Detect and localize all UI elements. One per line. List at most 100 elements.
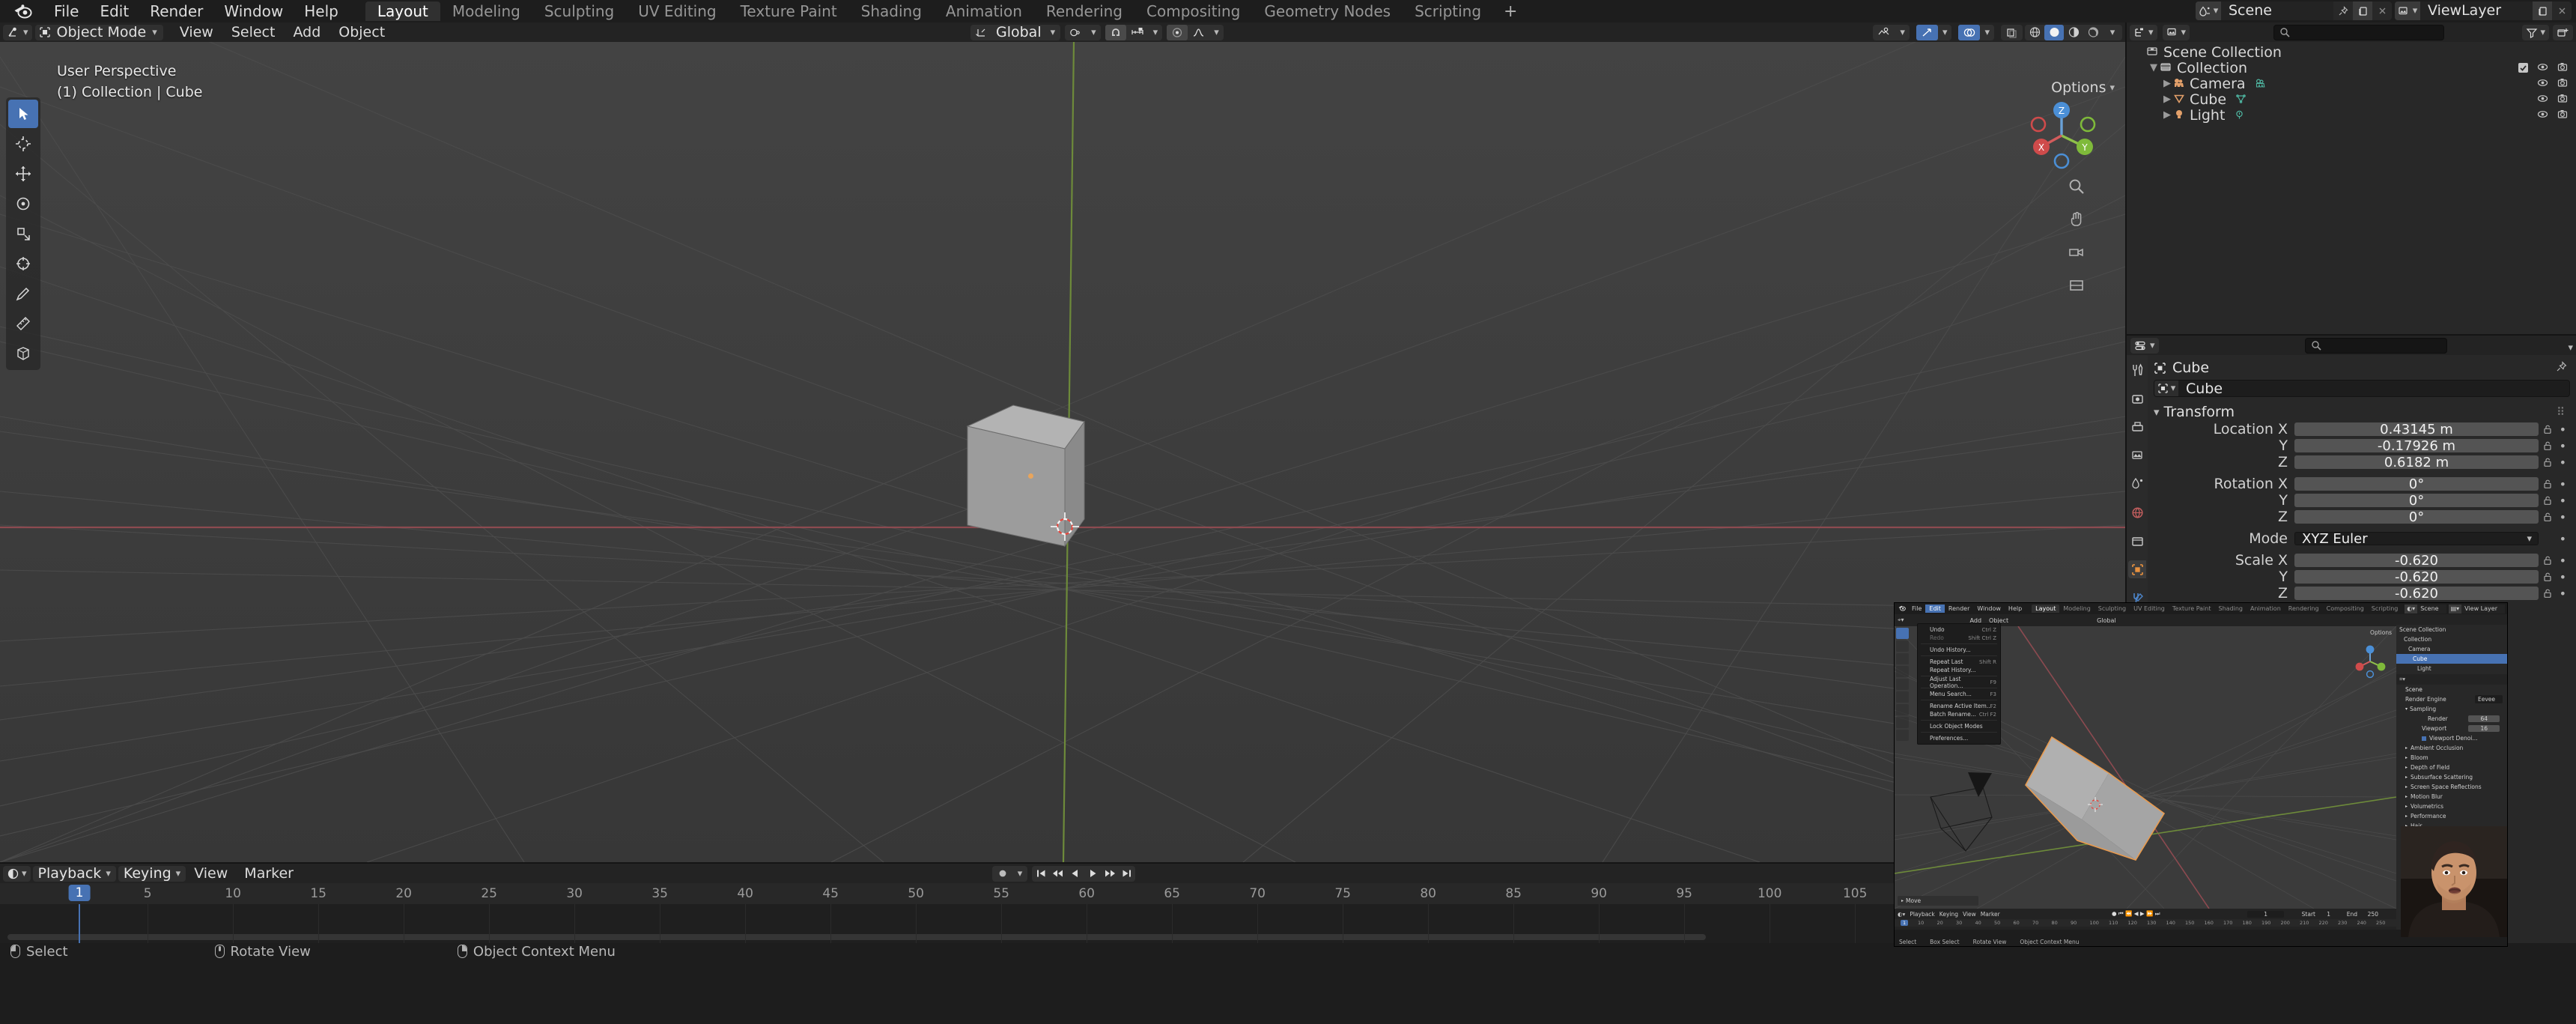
inset-workspace-tab-texture-paint[interactable]: Texture Paint [2169,605,2215,613]
viewport-menu-object[interactable]: Object [329,22,394,42]
expand-arrow-icon[interactable]: ▶ [2161,78,2173,89]
proportional-editing-icon[interactable] [1167,24,1188,40]
inset-menu-render[interactable]: Render [1945,605,1973,613]
outliner-tree[interactable]: Scene Collection ▼ Collection ▶ Camera ▶ Cube ▶… [2127,42,2576,334]
outliner-row-collection[interactable]: ▼ Collection [2127,60,2576,76]
inset-edit-menu-item-menu-search[interactable]: Menu Search... F3 [1918,690,2000,698]
inset-sampling-render-row[interactable]: Render 64 [2396,714,2507,724]
outliner-row-scene-collection[interactable]: Scene Collection [2127,44,2576,61]
inset-options-label[interactable]: Options [2370,629,2392,636]
scene-close-icon[interactable] [2372,1,2392,20]
rotate-tool-icon[interactable] [8,190,38,218]
expand-arrow-icon[interactable]: ▶ [2161,94,2173,105]
property-value-field[interactable]: 0.6182 m [2294,455,2539,470]
inset-outliner[interactable]: Scene Collection Collection Camera Cube Ligh… [2396,614,2507,674]
zoom-icon[interactable] [2065,175,2088,198]
pin-icon[interactable] [2556,360,2567,376]
inset-menu-edit[interactable]: Edit [1925,605,1945,613]
inset-workspace-tab-animation[interactable]: Animation [2247,605,2285,613]
inset-outliner-row-scene-collection[interactable]: Scene Collection [2396,625,2507,634]
inset-view-layer-selector[interactable]: ▤▾ View Layer [2448,604,2505,614]
inset-cursor-tool-icon[interactable] [1896,640,1909,652]
property-value-field[interactable]: XYZ Euler ▾ [2294,531,2539,547]
gizmo-controls[interactable]: ▾ [1916,24,1952,40]
3d-viewport[interactable]: User Perspective (1) Collection | Cube O… [0,42,2125,862]
property-value-field[interactable]: -0.620 [2294,569,2539,585]
inset-workspace-tab-sculpting[interactable]: Sculpting [2094,605,2130,613]
auto-keying-icon[interactable] [992,866,1012,882]
inset-menu-help[interactable]: Help [2005,605,2026,613]
view-layer-name[interactable]: ViewLayer [2420,1,2533,20]
inset-workspace-tab-rendering[interactable]: Rendering [2285,605,2323,613]
timeline-menu-marker[interactable]: Marker [236,864,302,883]
playhead[interactable] [79,904,80,943]
snap-controls[interactable]: ▾ [1105,24,1163,40]
outliner-row-light[interactable]: ▶ Light [2127,107,2576,124]
inset-sampling-viewport-value[interactable]: 16 [2468,725,2500,732]
outliner-row-cube[interactable]: ▶ Cube [2127,91,2576,108]
inset-tl-start-value[interactable]: 1 [2327,911,2330,918]
viewport-options-dropdown[interactable]: Options ▾ [2051,79,2115,96]
property-value-field[interactable]: -0.17926 m [2294,438,2539,454]
blender-logo-icon[interactable] [9,2,37,20]
camera-view-icon[interactable] [2065,241,2088,264]
render-visibility-camera-icon[interactable] [2557,76,2569,92]
inset-workspace-tab-scripting[interactable]: Scripting [2368,605,2402,613]
tutorial-video-inset[interactable]: File Edit Render Window Help Layout Modeling S… [1895,603,2507,946]
scene-name[interactable]: Scene [2221,1,2333,20]
menu-file[interactable]: File [43,0,89,22]
inset-edit-menu-item-preferences[interactable]: Preferences... [1918,734,2000,742]
properties-options-chevron-icon[interactable]: ▾ [2568,336,2573,354]
inset-edit-menu-item-batch-rename[interactable]: Batch Rename... Ctrl F2 [1918,710,2000,718]
inset-add-cube-tool-icon[interactable] [1896,730,1909,741]
outliner-row-camera[interactable]: ▶ Camera [2127,76,2576,92]
toggle-ortho-icon[interactable] [2065,274,2088,297]
next-keyframe-icon[interactable] [1101,866,1118,882]
move-tool-icon[interactable] [8,160,38,188]
keying-dropdown[interactable]: Keying ▾ [118,865,186,882]
property-value-field[interactable]: -0.620 [2294,553,2539,569]
menu-render[interactable]: Render [139,0,213,22]
inset-move-tool-icon[interactable] [1896,653,1909,664]
animate-property-dot[interactable]: • [2560,455,2566,470]
view-layer-icon[interactable]: ▾ [2395,1,2420,20]
property-value-field[interactable]: 0° [2294,476,2539,492]
inset-render-engine-value[interactable]: Eevee [2474,695,2503,703]
view-layer-selector[interactable]: ▾ ViewLayer [2395,1,2572,20]
visibility-selector[interactable]: ▾ [1873,24,1910,40]
object-name-value[interactable]: Cube [2178,381,2223,397]
play-icon[interactable] [1084,866,1101,882]
inset-edit-menu-item-adjust-last-operation[interactable]: Adjust Last Operation... F9 [1918,676,2000,689]
outliner-search-input[interactable] [2273,24,2444,40]
inset-tl-end-value[interactable]: 250 [2368,911,2378,918]
workspace-tab-rendering[interactable]: Rendering [1034,1,1134,21]
inset-tweak-tool-icon[interactable] [1896,628,1909,639]
shading-options-chevron-icon[interactable]: ▾ [2103,25,2122,40]
playhead-frame-badge[interactable]: 1 [68,885,91,901]
viewport-menu-add[interactable]: Add [284,22,329,42]
property-value-field[interactable]: 0° [2294,493,2539,509]
annotate-tool-icon[interactable] [8,279,38,308]
properties-editor-type-icon[interactable]: ▾ [2130,337,2159,354]
shading-material-preview-icon[interactable] [2064,25,2083,40]
shading-rendered-icon[interactable] [2083,25,2103,40]
property-value-field[interactable]: 0.43145 m [2294,422,2539,437]
light-data-icon[interactable] [2234,107,2245,124]
xray-icon[interactable] [2001,25,2023,40]
visibility-eye-icon[interactable] [2537,60,2548,76]
timeline-menu-view[interactable]: View [186,864,236,883]
measure-tool-icon[interactable] [8,309,38,338]
falloff-icon[interactable] [1188,25,1209,40]
workspace-tab-uv-editing[interactable]: UV Editing [626,1,728,21]
overlay-controls[interactable]: ▾ [1958,24,1994,40]
inset-props-panel-depth-of-field[interactable]: ▸ Depth of Field [2396,763,2507,772]
scene-icon[interactable]: ▾ [2196,1,2221,20]
camera-data-icon[interactable] [2255,76,2266,92]
tweak-tool-icon[interactable] [8,100,38,128]
menu-edit[interactable]: Edit [89,0,139,22]
proportional-editing-controls[interactable]: ▾ [1167,24,1224,40]
inset-edit-menu-item-undo-history[interactable]: Undo History... [1918,646,2000,654]
inset-props-panel-volumetrics[interactable]: ▸ Volumetrics [2396,802,2507,811]
transform-tool-icon[interactable] [8,249,38,278]
inset-props-panel-ambient-occlusion[interactable]: ▸ Ambient Occlusion [2396,743,2507,753]
